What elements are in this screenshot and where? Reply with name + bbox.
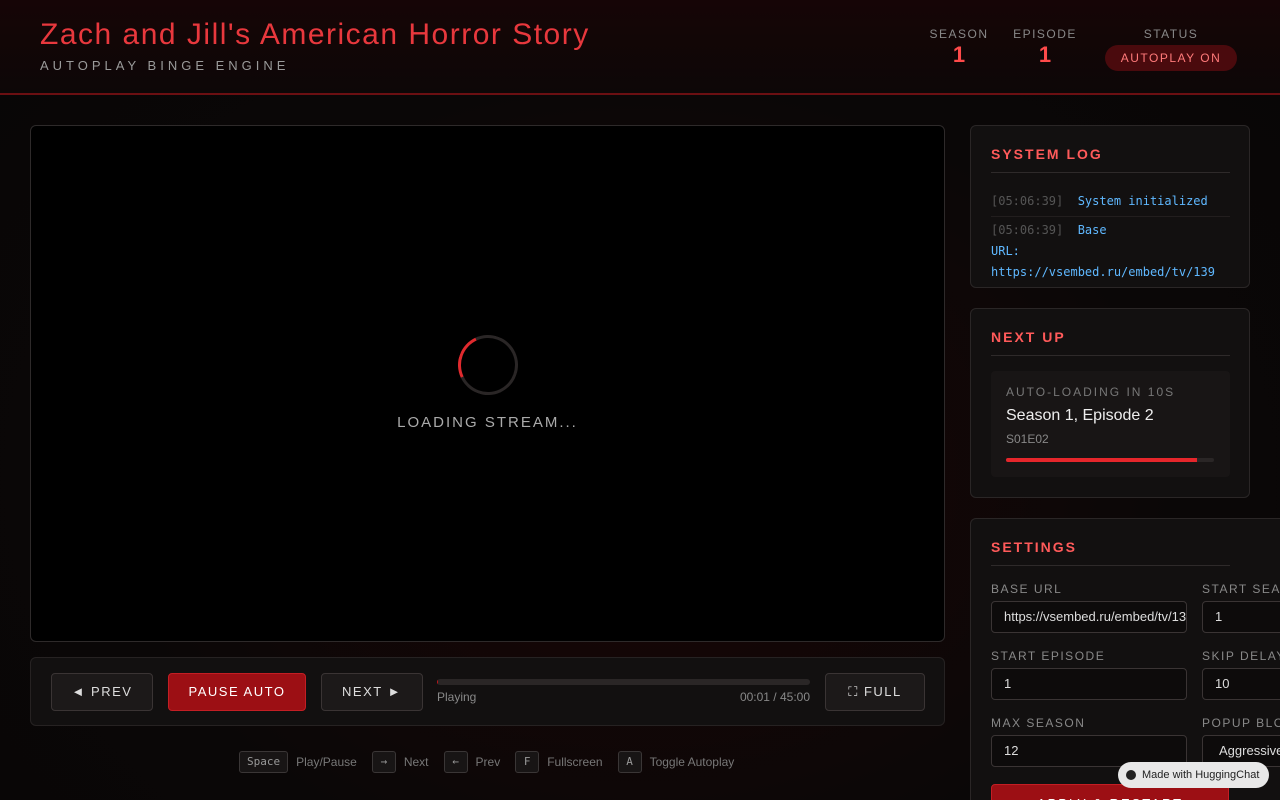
season-stat: SEASON 1 (929, 27, 989, 68)
log-entry: [05:06:39] Base URL: https://vsembed.ru/e… (991, 220, 1230, 287)
shortcut-key-next: → (371, 751, 396, 773)
episode-stat: EPISODE 1 (1012, 27, 1078, 68)
base-url-label: BASE URL (991, 582, 1063, 596)
next-episode-code: S01E02 (1006, 432, 1049, 446)
playback-progress-bar[interactable] (437, 679, 810, 685)
start-episode-input[interactable]: 1 (991, 668, 1187, 700)
next-up-title: NEXT UP (991, 329, 1230, 356)
shortcut-key-space: Space (239, 751, 289, 773)
log-entry-time: [05:06:39] (991, 194, 1064, 208)
shortcut-desc-space: Play/Pause (296, 755, 357, 769)
system-log-panel: SYSTEM LOG [05:06:39] System initialized… (970, 125, 1250, 288)
player-controls: ◄ PREV PAUSE AUTO NEXT ► Playing 00:01 /… (30, 657, 945, 726)
loading-text: LOADING STREAM... (397, 414, 578, 431)
settings-title: SETTINGS (991, 539, 1230, 566)
skip-delay-label: SKIP DELAY (1202, 649, 1280, 663)
huggingchat-icon (1126, 770, 1136, 780)
fullscreen-button[interactable]: ⛶ FULL (825, 673, 925, 711)
next-episode-title: Season 1, Episode 2 (1006, 407, 1154, 424)
episode-value: 1 (1038, 42, 1052, 67)
page-title: Zach and Jill's American Horror Story (40, 18, 590, 51)
video-player[interactable]: LOADING STREAM... (30, 125, 945, 642)
shortcut-desc-next: Next (403, 755, 429, 769)
shortcut-desc-autoplay: Toggle Autoplay (649, 755, 735, 769)
status-badge: AUTOPLAY ON (1104, 45, 1238, 71)
settings-panel: SETTINGS BASE URL https://vsembed.ru/emb… (970, 518, 1280, 800)
start-season-input[interactable]: 1 (1202, 601, 1280, 633)
made-with-label: Made with HuggingChat (1142, 769, 1260, 781)
made-with-badge[interactable]: Made with HuggingChat (1118, 762, 1270, 788)
keyboard-shortcuts: Space Play/Pause → Next ← Prev F Fullscr… (239, 751, 749, 773)
season-label: SEASON (929, 27, 989, 41)
shortcut-key-prev: ← (443, 751, 468, 773)
start-season-label: START SEASON (1202, 582, 1280, 596)
countdown-progress-bar (1006, 458, 1214, 462)
log-entry-message: System initialized (1077, 194, 1208, 208)
app-header: Zach and Jill's American Horror Story AU… (0, 0, 1280, 95)
season-value: 1 (952, 42, 966, 67)
next-up-panel: NEXT UP AUTO-LOADING IN 10S Season 1, Ep… (970, 308, 1250, 498)
max-season-label: MAX SEASON (991, 716, 1086, 730)
skip-delay-input[interactable]: 10 (1202, 668, 1280, 700)
next-button[interactable]: NEXT ► (321, 673, 423, 711)
shortcut-desc-fullscreen: Fullscreen (547, 755, 603, 769)
log-entry: [05:06:39] System initialized (991, 191, 1230, 217)
base-url-input[interactable]: https://vsembed.ru/embed/tv/139 (991, 601, 1187, 633)
countdown-progress-fill (1006, 458, 1198, 462)
shortcut-desc-prev: Prev (475, 755, 501, 769)
popup-blocker-label: POPUP BLOCKER (1202, 716, 1280, 730)
log-entry-time: [05:06:39] (991, 223, 1064, 237)
episode-label: EPISODE (1013, 27, 1077, 41)
status-label: STATUS (1143, 27, 1199, 41)
prev-button[interactable]: ◄ PREV (51, 673, 153, 711)
shortcut-key-fullscreen: F (515, 751, 540, 773)
playback-time: 00:01 / 45:00 (739, 690, 810, 704)
next-episode-card[interactable]: AUTO-LOADING IN 10S Season 1, Episode 2 … (991, 371, 1230, 477)
system-log-title: SYSTEM LOG (991, 146, 1230, 173)
playback-status: Playing (437, 690, 477, 704)
page-subtitle: AUTOPLAY BINGE ENGINE (40, 58, 290, 73)
next-countdown: AUTO-LOADING IN 10S (1006, 385, 1176, 399)
loading-spinner-icon (449, 326, 527, 404)
start-episode-label: START EPISODE (991, 649, 1106, 663)
shortcut-key-autoplay: A (617, 751, 642, 773)
pause-auto-button[interactable]: PAUSE AUTO (168, 673, 306, 711)
status-stat: STATUS AUTOPLAY ON (1102, 27, 1240, 71)
